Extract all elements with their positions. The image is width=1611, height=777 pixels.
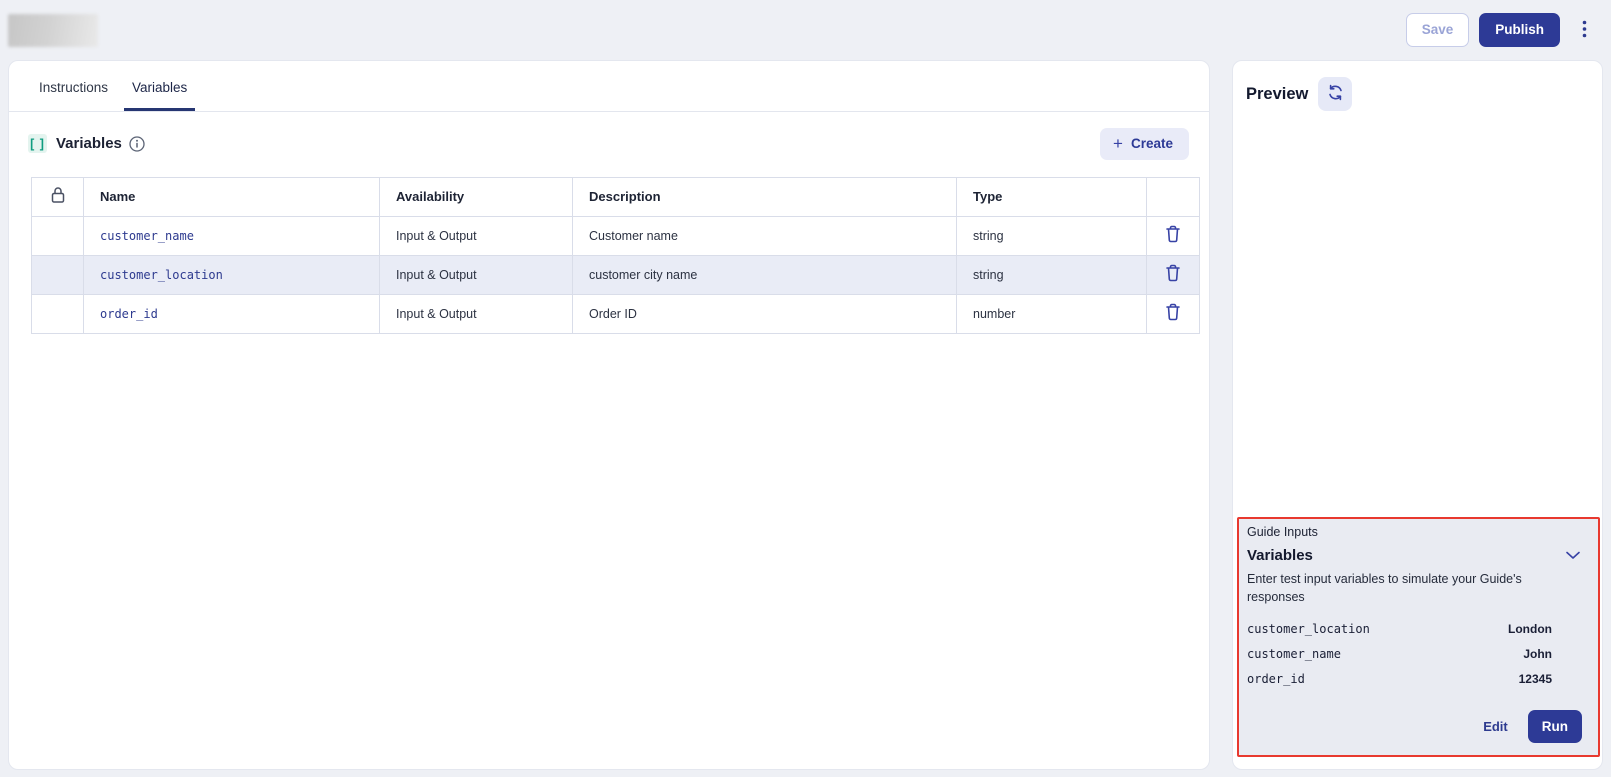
availability-cell: Input & Output [380, 255, 573, 294]
table-row: order_id Input & Output Order ID number [32, 294, 1200, 333]
refresh-icon [1327, 84, 1344, 104]
create-variable-button[interactable]: + Create [1100, 128, 1189, 160]
type-cell: string [957, 216, 1147, 255]
info-icon[interactable] [129, 136, 145, 152]
lock-cell [32, 216, 84, 255]
lock-cell [32, 294, 84, 333]
save-button[interactable]: Save [1406, 13, 1470, 47]
preview-panel: Preview Guide Inputs Variables [1232, 60, 1603, 770]
description-cell: Order ID [573, 294, 957, 333]
variable-name-link[interactable]: customer_name [100, 229, 194, 243]
field-value[interactable]: London [1508, 622, 1552, 636]
main-layout: Instructions Variables [ ] Variables + C… [0, 60, 1611, 777]
variables-section-title: Variables [56, 135, 122, 152]
field-value[interactable]: 12345 [1519, 672, 1552, 686]
tab-instructions[interactable]: Instructions [31, 61, 116, 111]
topbar-actions: Save Publish [1406, 13, 1593, 47]
field-name: customer_name [1247, 647, 1341, 661]
column-header-type: Type [957, 177, 1147, 216]
column-header-description: Description [573, 177, 957, 216]
editor-card: Instructions Variables [ ] Variables + C… [8, 60, 1210, 770]
array-brackets-icon: [ ] [28, 134, 47, 153]
variable-name-link[interactable]: order_id [100, 307, 158, 321]
collapse-panel-button[interactable] [1564, 546, 1582, 565]
variables-section-header: [ ] Variables + Create [28, 128, 1189, 160]
field-name: customer_location [1247, 622, 1370, 636]
column-header-name: Name [84, 177, 380, 216]
trash-icon [1165, 231, 1181, 246]
more-options-button[interactable] [1576, 16, 1593, 45]
edit-inputs-button[interactable]: Edit [1483, 719, 1508, 734]
input-field-row: customer_location London [1247, 622, 1590, 636]
plus-icon: + [1113, 137, 1123, 151]
lock-icon [50, 192, 66, 207]
description-cell: customer city name [573, 255, 957, 294]
input-field-row: customer_name John [1247, 647, 1590, 661]
guide-inputs-fields: customer_location London customer_name J… [1247, 622, 1590, 686]
description-cell: Customer name [573, 216, 957, 255]
guide-inputs-footer: Edit Run [1247, 710, 1590, 746]
variables-table: Name Availability Description Type custo… [31, 177, 1200, 334]
guide-inputs-panel: Guide Inputs Variables Enter test input … [1237, 517, 1600, 757]
delete-variable-button[interactable] [1161, 262, 1185, 287]
type-cell: string [957, 255, 1147, 294]
trash-icon [1165, 270, 1181, 285]
tab-bar: Instructions Variables [9, 61, 1209, 112]
table-row: customer_name Input & Output Customer na… [32, 216, 1200, 255]
field-name: order_id [1247, 672, 1305, 686]
preview-title: Preview [1246, 85, 1308, 104]
refresh-preview-button[interactable] [1318, 77, 1352, 111]
column-header-availability: Availability [380, 177, 573, 216]
variables-content: [ ] Variables + Create [9, 112, 1209, 334]
lock-column-header [32, 177, 84, 216]
availability-cell: Input & Output [380, 216, 573, 255]
field-value[interactable]: John [1523, 647, 1552, 661]
topbar: Save Publish [0, 0, 1611, 60]
kebab-icon [1582, 20, 1587, 41]
run-button[interactable]: Run [1528, 710, 1582, 744]
tab-variables[interactable]: Variables [124, 61, 195, 111]
guide-inputs-description: Enter test input variables to simulate y… [1247, 571, 1579, 606]
guide-inputs-variables-title: Variables [1247, 547, 1313, 564]
variable-name-link[interactable]: customer_location [100, 268, 223, 282]
page: Save Publish Instructions Variables [ ] … [0, 0, 1611, 777]
type-cell: number [957, 294, 1147, 333]
column-header-actions [1147, 177, 1200, 216]
chevron-down-icon [1566, 548, 1580, 563]
publish-button[interactable]: Publish [1479, 13, 1560, 47]
preview-header: Preview [1233, 61, 1602, 111]
app-logo [8, 14, 98, 47]
availability-cell: Input & Output [380, 294, 573, 333]
table-row: customer_location Input & Output custome… [32, 255, 1200, 294]
table-header-row: Name Availability Description Type [32, 177, 1200, 216]
input-field-row: order_id 12345 [1247, 672, 1590, 686]
lock-cell [32, 255, 84, 294]
delete-variable-button[interactable] [1161, 223, 1185, 248]
delete-variable-button[interactable] [1161, 301, 1185, 326]
trash-icon [1165, 309, 1181, 324]
create-button-label: Create [1131, 137, 1173, 151]
guide-inputs-label: Guide Inputs [1247, 523, 1590, 539]
